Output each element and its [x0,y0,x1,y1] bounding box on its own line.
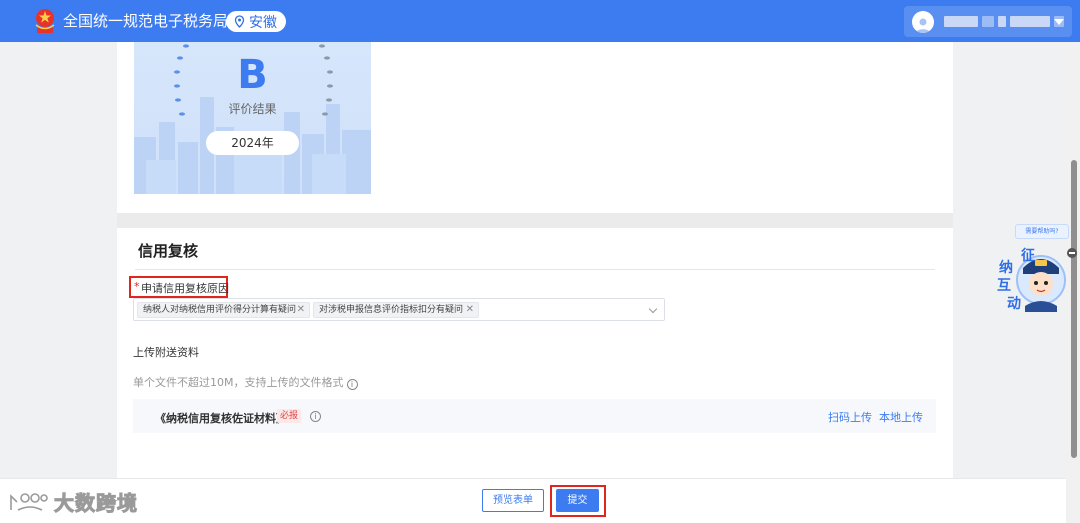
chevron-down-icon[interactable] [648,304,658,314]
close-icon[interactable]: ✕ [297,303,305,317]
submit-button[interactable]: 提交 [556,489,599,512]
app-title[interactable]: 全国统一规范电子税务局 [63,12,228,30]
scan-upload-link[interactable]: 扫码上传 [828,409,872,425]
chevron-down-icon [1054,19,1064,25]
grade-label: 评价结果 [228,102,277,116]
assistant-char: 纳 [999,259,1013,276]
user-menu[interactable] [904,6,1072,37]
user-avatar-icon [912,10,934,33]
assistant-char: 动 [1007,295,1021,312]
credit-grade: B [237,52,268,98]
watermark-text: 大数跨境 [54,491,138,516]
info-icon[interactable]: i [310,411,321,422]
top-bar: 全国统一规范电子税务局 安徽 [0,0,1080,42]
national-emblem-icon [35,9,55,33]
upload-hint: 单个文件不超过10M，支持上传的文件格式 i [133,374,358,390]
evaluation-year: 2024年 [206,131,299,155]
upload-hint-text: 单个文件不超过10M，支持上传的文件格式 [133,376,344,389]
preview-form-button[interactable]: 预览表单 [482,489,544,512]
reason-tag: 对涉税申报信息评价指标扣分有疑问 ✕ [313,302,479,318]
collapse-icon[interactable] [1067,248,1077,258]
region-label: 安徽 [249,14,277,31]
region-selector[interactable]: 安徽 [226,11,286,32]
watermark-logo-icon [10,492,48,511]
reason-tag-label: 对涉税申报信息评价指标扣分有疑问 [319,305,464,315]
reason-tag-label: 纳税人对纳税信用评价得分计算有疑问 [143,305,297,315]
location-pin-icon [234,15,245,28]
assistant-char: 互 [997,278,1011,294]
file-name: 《纳税信用复核佐证材料》 [155,412,287,425]
reason-tag: 纳税人对纳税信用评价得分计算有疑问 ✕ [137,302,310,318]
credit-result-card: B 评价结果 2024年 [134,42,371,194]
reason-label: 申请信用复核原因 [141,282,229,295]
close-icon[interactable]: ✕ [466,303,474,317]
section-divider-line [135,269,935,270]
local-upload-link[interactable]: 本地上传 [879,409,923,425]
credit-review-panel [117,228,953,478]
required-mark: * [134,280,140,293]
scrollbar-thumb[interactable] [1071,160,1077,458]
watermark: 大数跨境 [8,487,138,516]
user-name-masked [944,16,1064,27]
assistant-char: 征 [1021,247,1035,264]
section-divider [117,213,953,228]
reason-multiselect[interactable]: 纳税人对纳税信用评价得分计算有疑问 ✕ 对涉税申报信息评价指标扣分有疑问 ✕ [133,298,665,321]
required-badge: 必报 [277,409,301,423]
info-icon[interactable]: i [346,379,358,390]
section-title: 信用复核 [138,242,199,260]
upload-title: 上传附送资料 [133,346,199,359]
assistant-mascot-icon[interactable]: 征 纳 互 动 [995,222,1067,318]
